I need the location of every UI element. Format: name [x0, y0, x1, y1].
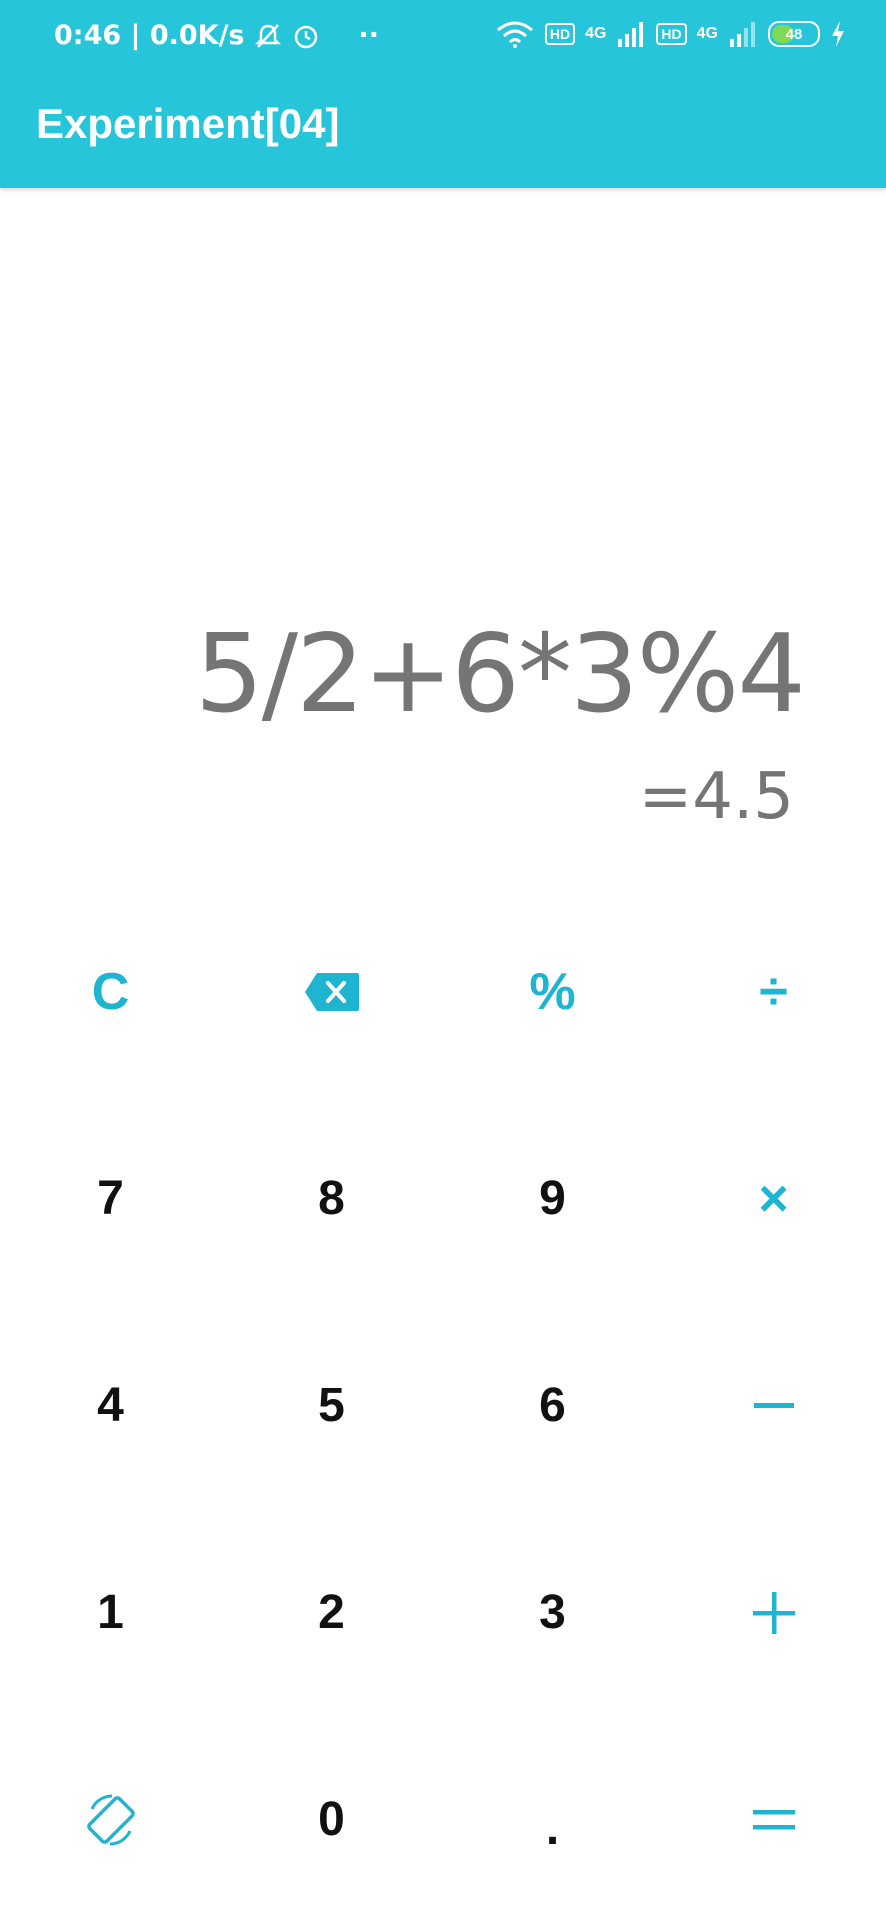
- divide-button[interactable]: ÷: [663, 888, 884, 1095]
- alarm-icon: [294, 25, 317, 48]
- digit-0-button[interactable]: 0: [221, 1716, 442, 1923]
- hd-badge-2: HD: [656, 23, 687, 45]
- digit-9-button[interactable]: 9: [442, 1095, 663, 1302]
- signal-icon: [618, 22, 644, 47]
- network-gen-2: 4G: [696, 25, 718, 42]
- result-display: =4.5: [638, 760, 794, 834]
- add-button[interactable]: [663, 1509, 884, 1716]
- digit-8-button[interactable]: 8: [221, 1095, 442, 1302]
- digit-5-button[interactable]: 5: [221, 1302, 442, 1509]
- battery-icon: 48: [768, 21, 820, 47]
- status-more-dots: ··: [358, 20, 380, 51]
- network-gen-1: 4G: [585, 25, 607, 42]
- hd-badge-1: HD: [544, 23, 576, 45]
- screen-rotation-icon: [86, 1794, 135, 1845]
- digit-2-button[interactable]: 2: [221, 1509, 442, 1716]
- minus-icon: [753, 1402, 794, 1408]
- status-bar: 0:46 | 0.0K/s ·· HD 4G HD 4G 48: [0, 0, 886, 78]
- status-right: HD 4G HD 4G 48: [495, 20, 846, 48]
- charging-icon: [832, 21, 844, 47]
- rotate-button[interactable]: [0, 1716, 221, 1923]
- digit-1-button[interactable]: 1: [0, 1509, 221, 1716]
- equals-button[interactable]: [663, 1716, 884, 1923]
- clear-button[interactable]: C: [0, 888, 221, 1095]
- digit-3-button[interactable]: 3: [442, 1509, 663, 1716]
- percent-button[interactable]: %: [442, 888, 663, 1095]
- subtract-button[interactable]: [663, 1302, 884, 1509]
- app-bar: 0:46 | 0.0K/s ·· HD 4G HD 4G 48 Experime…: [0, 0, 886, 188]
- decimal-point-button[interactable]: .: [442, 1716, 663, 1923]
- battery-level: 48: [785, 25, 803, 43]
- app-title: Experiment[04]: [36, 100, 340, 147]
- plus-icon: [752, 1591, 795, 1634]
- digit-4-button[interactable]: 4: [0, 1302, 221, 1509]
- expression-display: 5/2+6*3%4: [194, 612, 806, 737]
- backspace-button[interactable]: [221, 888, 442, 1095]
- digit-6-button[interactable]: 6: [442, 1302, 663, 1509]
- digit-7-button[interactable]: 7: [0, 1095, 221, 1302]
- signal-icon: [730, 22, 755, 47]
- wifi-icon: [496, 21, 533, 48]
- backspace-icon: [304, 972, 359, 1011]
- mute-icon: [254, 23, 281, 48]
- equals-icon: [752, 1809, 795, 1829]
- status-left: 0:46 | 0.0K/s ··: [54, 20, 379, 51]
- status-time-speed: 0:46 | 0.0K/s: [54, 20, 245, 51]
- multiply-button[interactable]: ×: [663, 1095, 884, 1302]
